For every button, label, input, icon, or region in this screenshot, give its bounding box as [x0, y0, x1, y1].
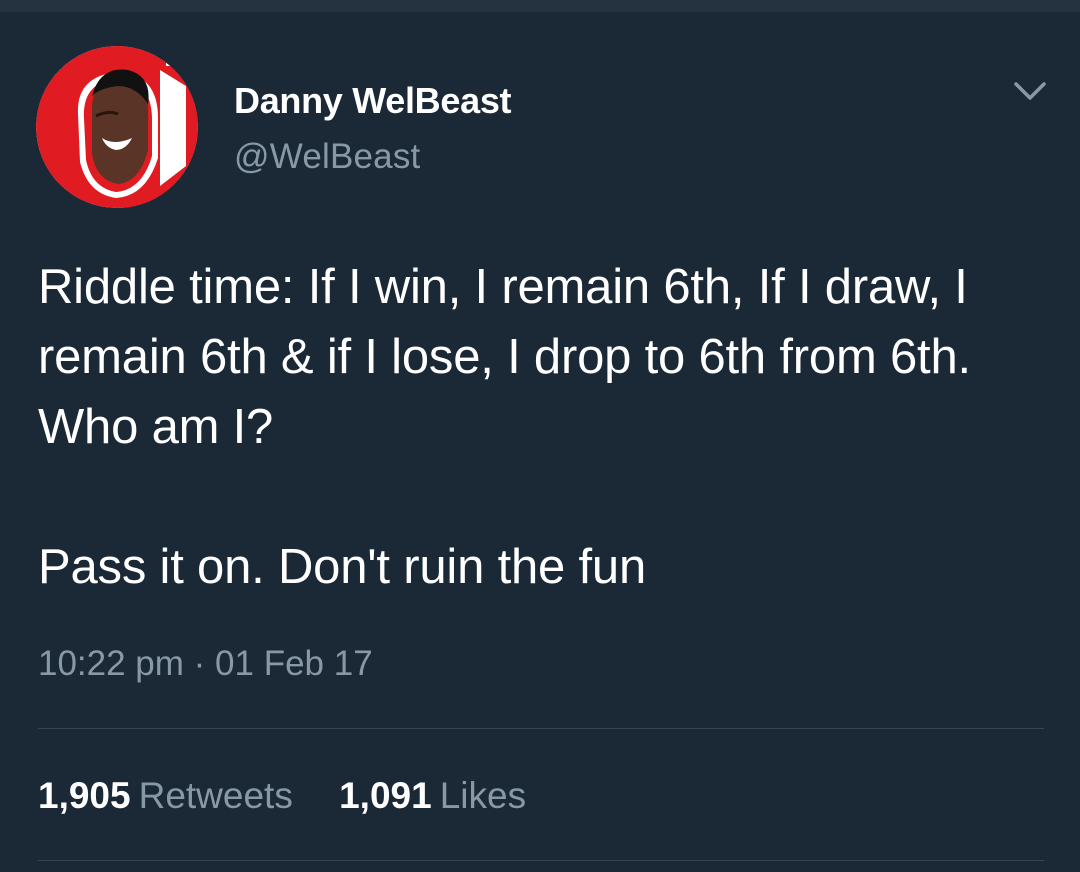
tweet-text-paragraph: Riddle time: If I win, I remain 6th, If … [38, 260, 971, 454]
likes-stat[interactable]: 1,091 Likes [339, 775, 526, 817]
tweet-card: Danny WelBeast @WelBeast Riddle time: If… [0, 0, 1080, 872]
avatar[interactable] [36, 46, 198, 208]
author-display-name[interactable]: Danny WelBeast [234, 80, 512, 122]
likes-count: 1,091 [339, 775, 432, 816]
tweet-stats: 1,905 Retweets 1,091 Likes [38, 775, 562, 817]
tweet-text-paragraph: Pass it on. Don't ruin the fun [38, 540, 647, 594]
tweet-text: Riddle time: If I win, I remain 6th, If … [38, 252, 1038, 602]
divider [38, 860, 1044, 861]
retweets-count: 1,905 [38, 775, 131, 816]
author-handle: @WelBeast [234, 137, 421, 176]
tweet-timestamp[interactable]: 10:22 pm · 01 Feb 17 [38, 644, 373, 684]
avatar-illustration [36, 46, 198, 208]
chevron-down-icon[interactable] [1012, 78, 1048, 104]
likes-label: Likes [439, 775, 527, 816]
retweets-label: Retweets [138, 775, 293, 816]
retweets-stat[interactable]: 1,905 Retweets [38, 775, 293, 817]
divider [38, 728, 1044, 729]
